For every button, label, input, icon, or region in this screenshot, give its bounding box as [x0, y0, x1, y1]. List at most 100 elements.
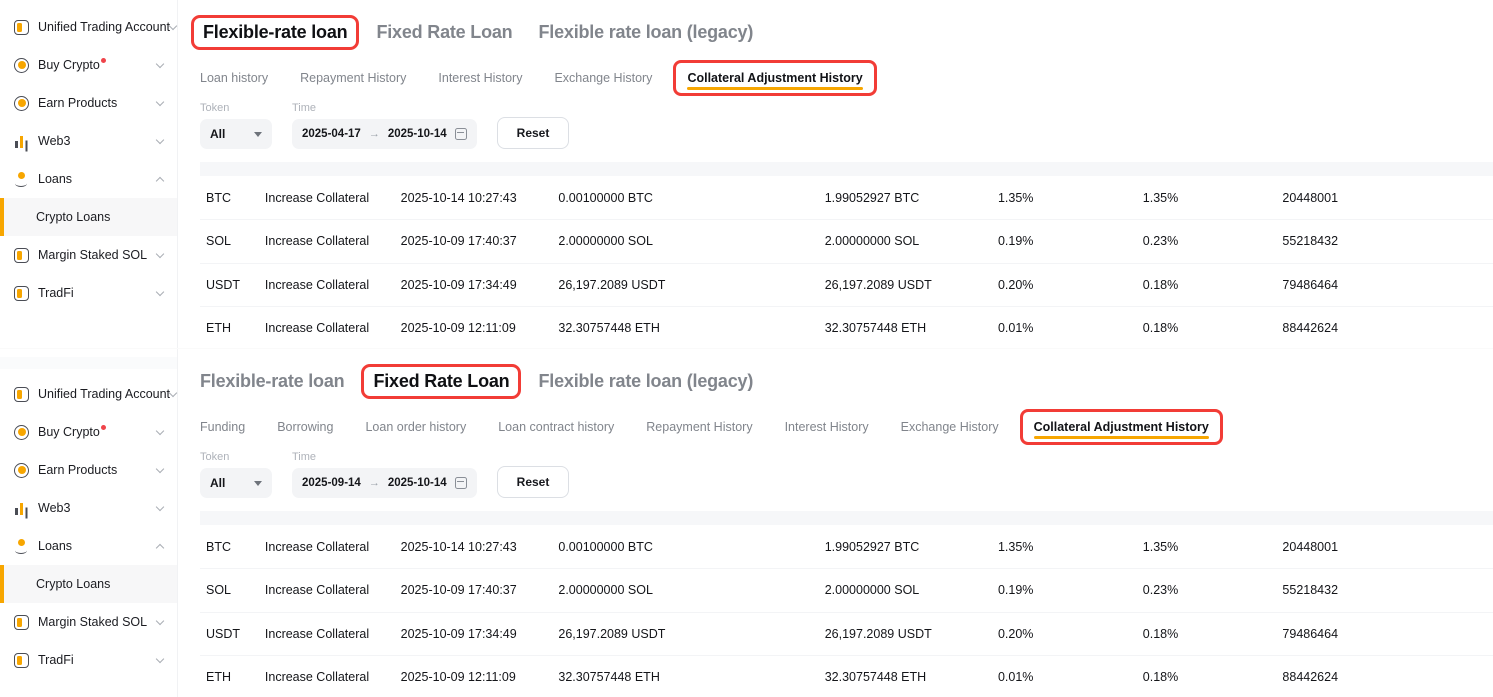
- main-content: Flexible-rate loan Fixed Rate Loan Flexi…: [178, 349, 1493, 697]
- subtab-label: Loan contract history: [498, 420, 614, 434]
- cell-ltv-before: 0.01%: [990, 656, 1135, 697]
- history-subtab[interactable]: Interest History: [438, 63, 522, 93]
- reset-button[interactable]: Reset: [497, 117, 570, 149]
- column-header: [990, 511, 1135, 525]
- subtab-label: Funding: [200, 420, 245, 434]
- cell-adjusted-collateral-amount: 26,197.2089 USDT: [817, 263, 990, 307]
- token-select[interactable]: All: [200, 468, 272, 498]
- sidebar-item[interactable]: Earn Products: [0, 451, 177, 489]
- loan-type-tab[interactable]: Flexible rate loan (legacy): [538, 22, 753, 43]
- dropdown-arrow-icon: [254, 132, 262, 137]
- history-subtab[interactable]: Collateral Adjustment History: [1020, 409, 1223, 445]
- cell-direction: Increase Collateral: [257, 307, 393, 349]
- token-select[interactable]: All: [200, 119, 272, 149]
- sidebar-item[interactable]: TradFi: [0, 641, 177, 679]
- chevron-icon: [156, 502, 164, 510]
- date-range-input[interactable]: 2025-09-14 → 2025-10-14: [292, 468, 477, 498]
- cell-direction: Increase Collateral: [257, 656, 393, 697]
- chevron-icon: [156, 287, 164, 295]
- sidebar-item[interactable]: Buy Crypto: [0, 46, 177, 84]
- sidebar: Unified Trading Account Buy Crypto Earn …: [0, 0, 178, 348]
- date-to: 2025-10-14: [388, 477, 447, 489]
- cell-adjusted-collateral-amount: 32.30757448 ETH: [817, 656, 990, 697]
- history-subtab[interactable]: Loan contract history: [498, 412, 614, 442]
- loan-type-tab[interactable]: Flexible-rate loan: [200, 371, 344, 392]
- history-subtab[interactable]: Loan history: [200, 63, 268, 93]
- cell-adjusted-collateral-amount: 2.00000000 SOL: [817, 220, 990, 264]
- history-subtab[interactable]: Exchange History: [554, 63, 652, 93]
- sidebar-item-label: Loans: [38, 172, 72, 186]
- history-subtab[interactable]: Interest History: [785, 412, 869, 442]
- date-from: 2025-09-14: [302, 477, 361, 489]
- unified-trading-account-icon: [14, 387, 29, 402]
- sidebar-item[interactable]: Unified Trading Account: [0, 8, 177, 46]
- sidebar-item[interactable]: Unified Trading Account: [0, 375, 177, 413]
- history-subtab[interactable]: Loan order history: [365, 412, 466, 442]
- tab-label: Flexible-rate loan: [200, 371, 344, 391]
- tab-label: Fixed Rate Loan: [376, 22, 512, 42]
- web3-icon: [14, 501, 29, 516]
- sidebar-item[interactable]: TradFi: [0, 274, 177, 312]
- history-subtab[interactable]: Borrowing: [277, 412, 333, 442]
- subtab-label: Collateral Adjustment History: [1034, 420, 1209, 434]
- history-subtab[interactable]: Funding: [200, 412, 245, 442]
- column-header: [550, 511, 816, 525]
- subtab-label: Borrowing: [277, 420, 333, 434]
- table-row: BTC Increase Collateral 2025-10-14 10:27…: [200, 176, 1493, 220]
- cell-adjusted-amount: 0.00100000 BTC: [550, 525, 816, 569]
- sidebar-item[interactable]: Margin Staked SOL: [0, 236, 177, 274]
- sidebar-item-label: TradFi: [38, 653, 74, 667]
- date-range-input[interactable]: 2025-04-17 → 2025-10-14: [292, 119, 477, 149]
- column-header: [990, 162, 1135, 176]
- cell-adjusted-collateral-amount: 32.30757448 ETH: [817, 307, 990, 349]
- cell-adjusted-amount: 32.30757448 ETH: [550, 656, 816, 697]
- tradfi-icon: [14, 653, 29, 668]
- loan-type-tab[interactable]: Flexible-rate loan: [191, 15, 359, 50]
- cell-ltv-after: 0.23%: [1135, 569, 1275, 613]
- margin-staked-sol-icon: [14, 615, 29, 630]
- loan-type-tab[interactable]: Fixed Rate Loan: [361, 364, 521, 399]
- reset-button[interactable]: Reset: [497, 466, 570, 498]
- sidebar-item-label: TradFi: [38, 286, 74, 300]
- sidebar-item-label: Earn Products: [38, 96, 117, 110]
- sidebar-item[interactable]: Web3: [0, 489, 177, 527]
- cell-order-id: 20448001: [1274, 176, 1493, 220]
- history-subtab[interactable]: Exchange History: [901, 412, 999, 442]
- cell-direction: Increase Collateral: [257, 263, 393, 307]
- loan-type-tab[interactable]: Fixed Rate Loan: [376, 22, 512, 43]
- cell-adjusted-collateral-amount: 1.99052927 BTC: [817, 525, 990, 569]
- cell-adjusted-amount: 26,197.2089 USDT: [550, 612, 816, 656]
- history-subtab[interactable]: Collateral Adjustment History: [673, 60, 876, 96]
- loan-type-tab[interactable]: Flexible rate loan (legacy): [538, 371, 753, 392]
- range-arrow-icon: →: [369, 128, 380, 140]
- token-filter-label: Token: [200, 102, 272, 114]
- cell-coin: BTC: [200, 525, 257, 569]
- cell-adjusted-collateral-amount: 1.99052927 BTC: [817, 176, 990, 220]
- cell-ltv-before: 0.01%: [990, 307, 1135, 349]
- history-subtab[interactable]: Repayment History: [646, 412, 752, 442]
- column-header: [257, 511, 393, 525]
- subtab-label: Collateral Adjustment History: [687, 71, 862, 85]
- cell-coin: ETH: [200, 307, 257, 349]
- subtab-label: Loan history: [200, 71, 268, 85]
- token-select-value: All: [210, 476, 225, 490]
- history-subtab[interactable]: Repayment History: [300, 63, 406, 93]
- column-header: [817, 511, 990, 525]
- collateral-adjustment-table: BTC Increase Collateral 2025-10-14 10:27…: [200, 511, 1493, 697]
- sidebar-item[interactable]: Loans: [0, 527, 177, 565]
- sidebar-item[interactable]: Loans: [0, 160, 177, 198]
- cell-coin: USDT: [200, 263, 257, 307]
- web3-icon: [14, 134, 29, 149]
- panel-flexible-rate-loan: Unified Trading Account Buy Crypto Earn …: [0, 0, 1493, 348]
- cell-ltv-after: 0.18%: [1135, 307, 1275, 349]
- time-filter-label: Time: [292, 102, 477, 114]
- sidebar-item[interactable]: Earn Products: [0, 84, 177, 122]
- sidebar-item[interactable]: Buy Crypto: [0, 413, 177, 451]
- sidebar-item[interactable]: Web3: [0, 122, 177, 160]
- sidebar-item[interactable]: Crypto Loans: [0, 198, 177, 236]
- cell-direction: Increase Collateral: [257, 569, 393, 613]
- sidebar-item[interactable]: Margin Staked SOL: [0, 603, 177, 641]
- column-header: [1135, 162, 1275, 176]
- sidebar-item[interactable]: Crypto Loans: [0, 565, 177, 603]
- table-row: BTC Increase Collateral 2025-10-14 10:27…: [200, 525, 1493, 569]
